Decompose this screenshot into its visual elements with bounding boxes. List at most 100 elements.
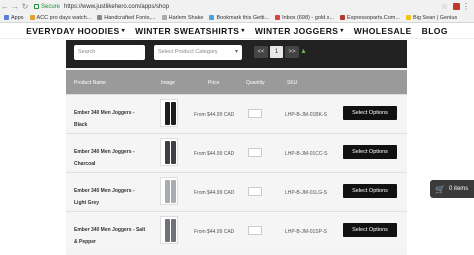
lock-icon — [34, 4, 39, 9]
browser-menu-icon[interactable]: ⋮ — [462, 1, 470, 12]
select-options-button[interactable]: Select Options — [343, 184, 397, 198]
nav-item[interactable]: BLOG — [422, 26, 448, 36]
product-sku: LHP-B-JM-01LG-S — [285, 190, 327, 196]
select-options-button[interactable]: Select Options — [343, 145, 397, 159]
bookmark-item[interactable]: Espressoparts.Com... — [340, 15, 400, 21]
secure-indicator[interactable]: Secure — [34, 4, 60, 10]
jogger-leg — [165, 141, 170, 164]
nav-item-label: WINTER JOGGERS — [254, 25, 339, 36]
table-header: Product Name Image Price Quantity SKU — [66, 70, 407, 94]
current-page[interactable]: 1 — [270, 46, 283, 58]
quantity-input[interactable] — [248, 109, 262, 118]
reload-icon[interactable]: ↻ — [20, 1, 30, 12]
product-name[interactable]: Ember 340 Men Joggers - Charcoal — [74, 146, 148, 170]
nav-item[interactable]: WHOLESALE — [354, 26, 412, 36]
quantity-input[interactable] — [248, 226, 262, 235]
nav-item[interactable]: WINTER JOGGERS ▾ — [255, 26, 344, 36]
header-product-name: Product Name — [74, 80, 106, 86]
bookmark-favicon-icon — [209, 15, 215, 20]
product-price: From $44.99 CAD — [194, 229, 235, 235]
back-icon[interactable]: ← — [0, 1, 10, 12]
browser-chrome: ← → ↻ Secure https://www.justlikehero.co… — [0, 0, 474, 23]
category-select-label: Select Product Category — [158, 49, 218, 55]
bookmark-label: Bookmark this Getti... — [216, 14, 270, 21]
site-nav: EVERYDAY HOODIES ▾ WINTER SWEATSHIRTS ▾ WINT… — [0, 23, 474, 39]
product-name[interactable]: Ember 340 Men Joggers - Light Grey — [74, 185, 148, 209]
bookmark-label: Big Sean | Genius — [412, 14, 458, 21]
table-row: Ember 340 Men Joggers - Charcoal From $44… — [66, 133, 407, 170]
header-sku: SKU — [287, 80, 298, 86]
bookmark-favicon-icon — [275, 15, 281, 20]
cart-add-icon[interactable]: ▲ — [300, 48, 307, 55]
jogger-leg — [171, 219, 176, 242]
cart-count: 0 items — [448, 186, 469, 192]
bookmark-item[interactable]: Bookmark this Getti... — [209, 15, 269, 21]
chevron-down-icon: ▾ — [340, 28, 344, 34]
bookmark-item[interactable]: Big Sean | Genius — [405, 14, 458, 21]
jogger-leg — [171, 180, 176, 203]
nav-item-label: WINTER SWEATSHIRTS — [135, 25, 240, 36]
product-thumbnail[interactable] — [160, 99, 178, 127]
table-row: Ember 340 Men Joggers - Light Grey From $… — [66, 172, 407, 209]
product-price: From $44.99 CAD — [194, 151, 235, 157]
jogger-leg — [165, 102, 170, 125]
chevron-down-icon: ▾ — [121, 28, 126, 34]
header-quantity: Quantity — [246, 80, 265, 86]
header-image: Image — [161, 80, 175, 86]
bookmark-favicon-icon — [97, 15, 103, 20]
shop-toolbar: Search Select Product Category ▾ << 1 >>… — [66, 40, 407, 68]
product-price: From $44.99 CAD — [194, 112, 235, 118]
bookmark-item[interactable]: Apps — [4, 15, 24, 21]
next-page-button[interactable]: >> — [285, 46, 299, 58]
product-price: From $44.99 CAD — [194, 190, 235, 196]
bookmark-label: Apps — [11, 14, 24, 21]
cart-button[interactable]: 🛒 0 items — [430, 180, 474, 198]
nav-item-label: WHOLESALE — [353, 25, 412, 36]
nav-item-label: BLOG — [421, 25, 448, 36]
url-field[interactable]: https://www.justlikehero.com/apps/shop — [64, 4, 169, 10]
search-input[interactable]: Search — [74, 45, 145, 60]
bookmark-label: ACC pro days watch... — [36, 14, 92, 21]
header-price: Price — [208, 80, 220, 86]
nav-item[interactable]: EVERYDAY HOODIES ▾ — [26, 26, 125, 36]
extension-icon[interactable] — [453, 3, 460, 10]
table-row: Ember 340 Men Joggers - Black From $44.99… — [66, 94, 407, 131]
bookmarks-bar: Apps ACC pro days watch... Handcrafted Fon… — [0, 12, 474, 23]
category-select[interactable]: Select Product Category ▾ — [154, 45, 242, 60]
select-options-button[interactable]: Select Options — [343, 106, 397, 120]
pagination: << 1 >> — [254, 46, 299, 58]
select-options-button[interactable]: Select Options — [343, 223, 397, 237]
table-row: Ember 340 Men Joggers - Salt & Pepper Fro… — [66, 211, 407, 248]
bookmark-item[interactable]: Handcrafted Fonts,... — [97, 15, 156, 21]
forward-icon[interactable]: → — [10, 1, 20, 12]
shop-panel: Search Select Product Category ▾ << 1 >>… — [66, 40, 407, 255]
bookmark-item[interactable]: ACC pro days watch... — [29, 14, 92, 21]
secure-label: Secure — [41, 3, 61, 10]
bookmark-label: Harlem Shake — [168, 14, 204, 21]
quantity-input[interactable] — [248, 187, 262, 196]
cart-icon: 🛒 — [435, 184, 445, 194]
product-sku: LHP-B-JM-01SP-S — [285, 229, 327, 235]
bookmark-favicon-icon — [161, 15, 167, 20]
chevron-down-icon: ▾ — [241, 28, 245, 34]
bookmark-star-icon[interactable]: ☆ — [441, 1, 448, 12]
jogger-leg — [171, 141, 176, 164]
product-thumbnail[interactable] — [160, 177, 178, 205]
nav-item[interactable]: WINTER SWEATSHIRTS ▾ — [135, 26, 245, 36]
product-name[interactable]: Ember 340 Men Joggers - Salt & Pepper — [74, 224, 148, 248]
product-thumbnail[interactable] — [160, 216, 178, 244]
product-sku: LHP-B-JM-01BK-S — [285, 112, 327, 118]
nav-item-label: EVERYDAY HOODIES — [26, 25, 120, 36]
bookmark-label: Espressoparts.Com... — [347, 14, 400, 21]
bookmark-favicon-icon — [405, 15, 411, 20]
product-sku: LHP-B-JM-01CC-S — [285, 151, 328, 157]
bookmark-favicon-icon — [340, 15, 346, 20]
bookmark-item[interactable]: Harlem Shake — [161, 14, 204, 21]
product-thumbnail[interactable] — [160, 138, 178, 166]
address-bar: ← → ↻ Secure https://www.justlikehero.co… — [0, 1, 474, 12]
jogger-leg — [165, 219, 170, 242]
prev-page-button[interactable]: << — [254, 46, 268, 58]
bookmark-item[interactable]: Inbox (698) - gold.x... — [275, 15, 334, 21]
quantity-input[interactable] — [248, 148, 262, 157]
product-name[interactable]: Ember 340 Men Joggers - Black — [74, 107, 148, 131]
